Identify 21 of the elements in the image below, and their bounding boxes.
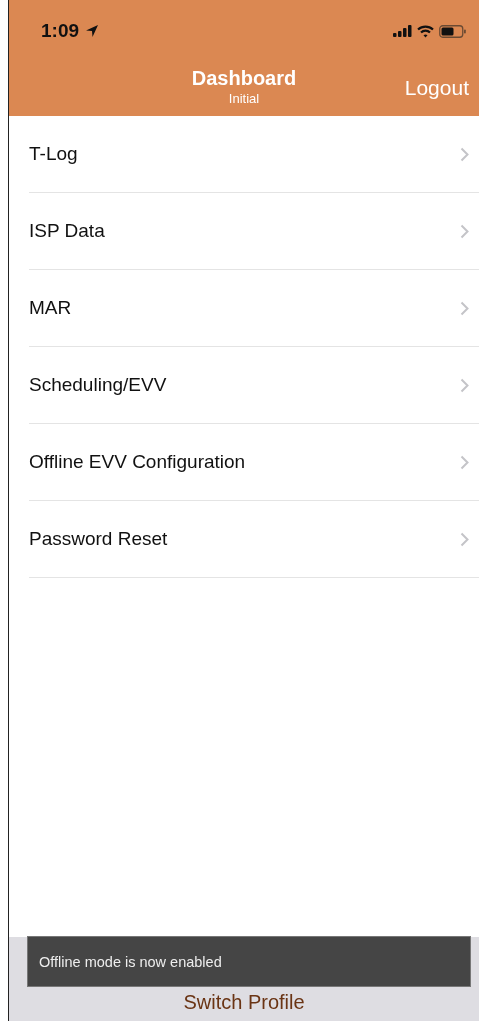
switch-profile-button[interactable]: Switch Profile bbox=[183, 990, 305, 1014]
signal-icon bbox=[393, 25, 412, 37]
menu-item[interactable]: ISP Data bbox=[29, 193, 479, 270]
menu-item[interactable]: Password Reset bbox=[29, 501, 479, 578]
status-time: 1:09 bbox=[41, 20, 80, 42]
chevron-right-icon bbox=[460, 146, 469, 162]
menu-item[interactable]: MAR bbox=[29, 270, 479, 347]
offline-toast: Offline mode is now enabled bbox=[27, 936, 471, 987]
chevron-right-icon bbox=[460, 377, 469, 393]
menu-item[interactable]: Offline EVV Configuration bbox=[29, 424, 479, 501]
chevron-right-icon bbox=[460, 454, 469, 470]
battery-icon bbox=[439, 24, 467, 38]
menu-item[interactable]: T-Log bbox=[29, 116, 479, 193]
location-arrow-icon bbox=[85, 24, 100, 38]
nav-title: Dashboard bbox=[191, 66, 297, 90]
chevron-right-icon bbox=[460, 223, 469, 239]
wifi-icon bbox=[417, 24, 434, 38]
chevron-right-icon bbox=[460, 300, 469, 316]
nav-subtitle: Initial bbox=[228, 90, 260, 106]
chevron-right-icon bbox=[460, 531, 469, 547]
menu-item[interactable]: Scheduling/EVV bbox=[29, 347, 479, 424]
